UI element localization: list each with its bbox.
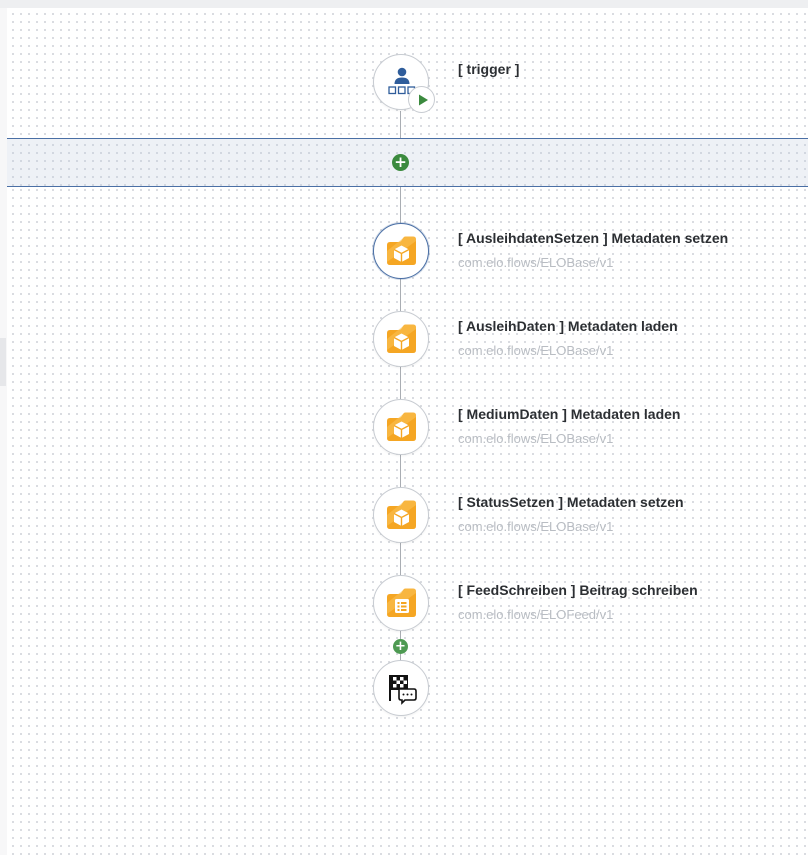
end-node[interactable]	[373, 660, 429, 716]
connector-line	[400, 279, 401, 311]
elo-feed-post-icon	[387, 588, 416, 617]
connector-line	[400, 187, 401, 223]
step-label[interactable]: [ AusleihDaten ] Metadaten laden	[458, 318, 678, 334]
step-node-ausleih-daten[interactable]	[373, 311, 429, 367]
step-service: com.elo.flows/ELOBase/v1	[458, 519, 614, 534]
add-step-button[interactable]: +	[392, 154, 409, 171]
left-panel-edge	[0, 8, 7, 855]
step-label[interactable]: [ AusleihdatenSetzen ] Metadaten setzen	[458, 230, 728, 246]
elo-base-cube-icon	[387, 500, 416, 529]
step-service: com.elo.flows/ELOBase/v1	[458, 343, 614, 358]
connector-line	[400, 111, 401, 138]
step-label[interactable]: [ StatusSetzen ] Metadaten setzen	[458, 494, 684, 510]
play-icon	[419, 94, 428, 106]
trigger-label[interactable]: [ trigger ]	[458, 61, 519, 77]
elo-base-cube-icon	[387, 236, 416, 265]
top-toolbar-strip	[0, 0, 808, 8]
elo-base-cube-icon	[387, 324, 416, 353]
finish-flag-feedback-icon	[389, 675, 417, 705]
step-service: com.elo.flows/ELOBase/v1	[458, 431, 614, 446]
step-service: com.elo.flows/ELOFeed/v1	[458, 607, 614, 622]
step-node-status-setzen[interactable]	[373, 487, 429, 543]
left-panel-toggle[interactable]	[0, 338, 6, 386]
add-step-button[interactable]: +	[393, 639, 408, 654]
step-label[interactable]: [ MediumDaten ] Metadaten laden	[458, 406, 680, 422]
elo-base-cube-icon	[387, 412, 416, 441]
connector-line	[400, 455, 401, 487]
step-node-ausleihdaten-setzen[interactable]	[373, 223, 429, 279]
start-trigger-button[interactable]	[408, 86, 435, 113]
connector-line	[400, 631, 401, 639]
step-service: com.elo.flows/ELOBase/v1	[458, 255, 614, 270]
step-node-medium-daten[interactable]	[373, 399, 429, 455]
step-node-feed-schreiben[interactable]	[373, 575, 429, 631]
connector-line	[400, 367, 401, 399]
step-label[interactable]: [ FeedSchreiben ] Beitrag schreiben	[458, 582, 698, 598]
connector-line	[400, 543, 401, 575]
flow-editor: [ trigger ] + [ AusleihdatenSetzen ] Met…	[0, 0, 808, 855]
